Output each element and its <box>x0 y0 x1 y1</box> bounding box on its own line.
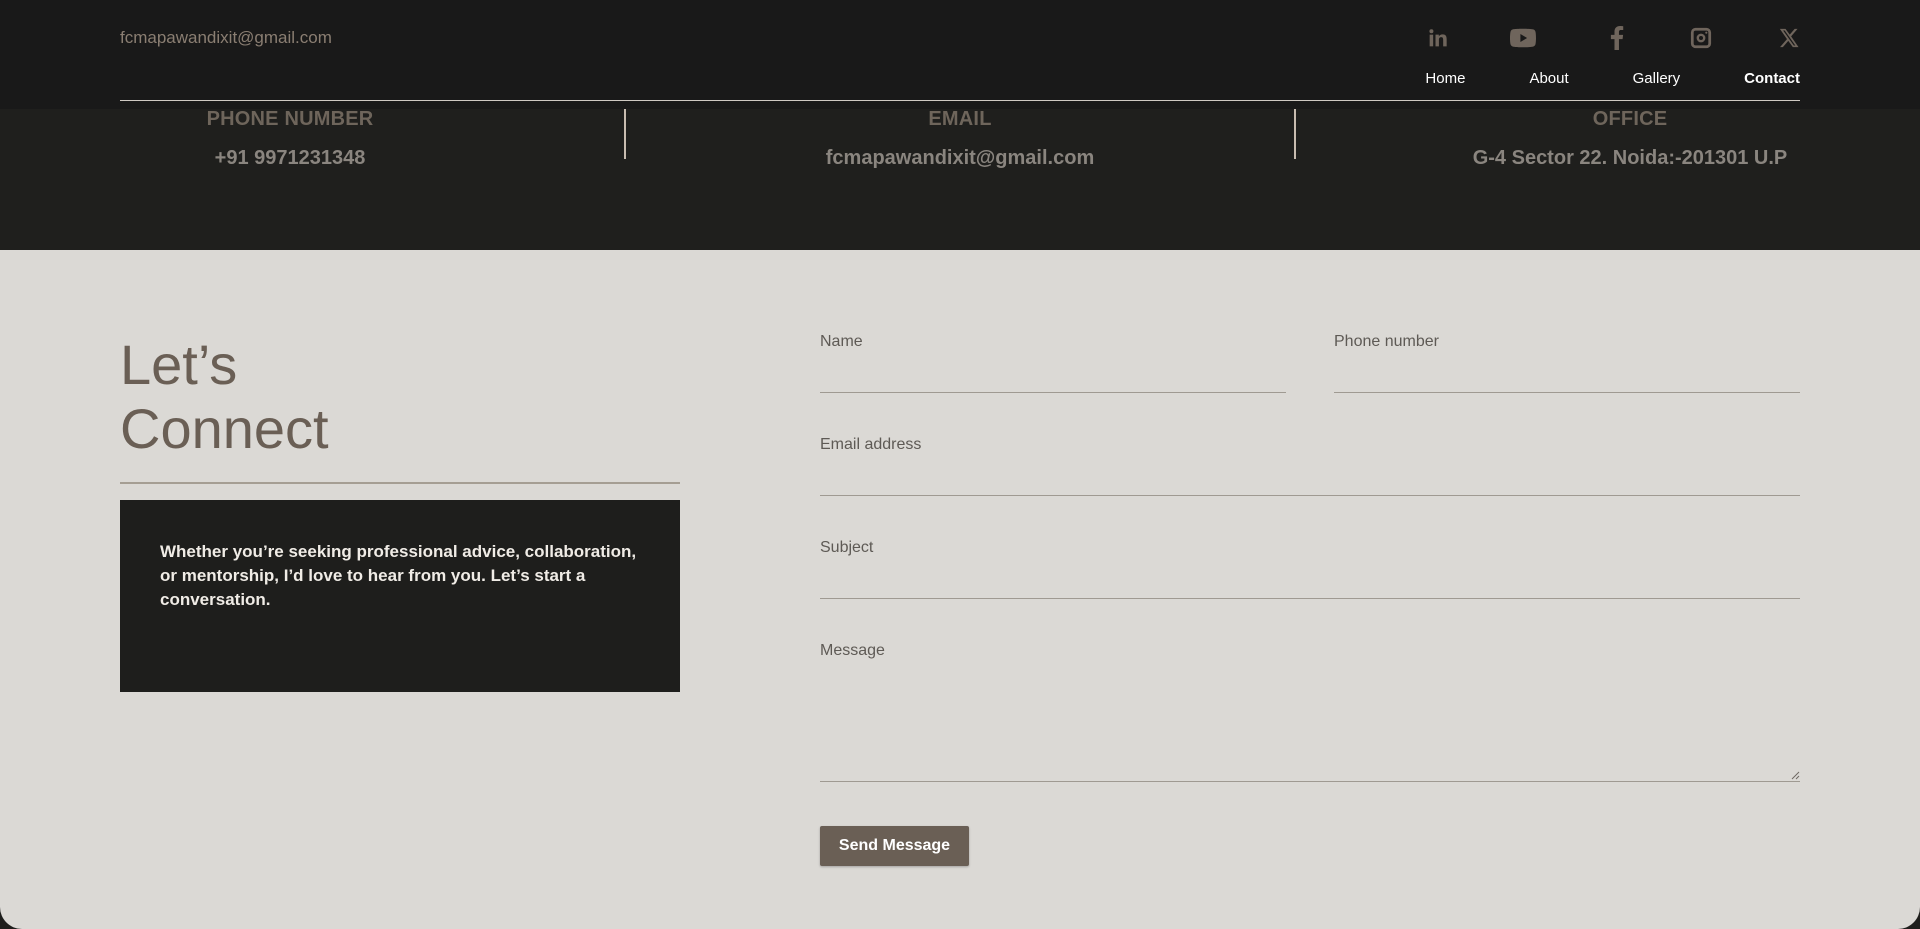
intro-text: Whether you’re seeking professional advi… <box>160 542 637 609</box>
youtube-icon[interactable] <box>1448 22 1536 54</box>
info-phone-value[interactable]: +91 9971231348 <box>150 147 430 170</box>
info-email-value[interactable]: fcmapawandixit@gmail.com <box>760 147 1160 170</box>
info-divider <box>624 109 626 159</box>
send-message-button[interactable]: Send Message <box>820 826 969 866</box>
phone-label: Phone number <box>1334 333 1439 350</box>
name-label: Name <box>820 333 863 350</box>
message-field: Message <box>820 642 1800 782</box>
info-email: EMAIL fcmapawandixit@gmail.com <box>760 108 1160 169</box>
nav-home[interactable]: Home <box>1425 70 1465 87</box>
subject-label: Subject <box>820 539 874 556</box>
contact-page: fcmapawandixit@gmail.com Home About Gall… <box>0 0 1920 929</box>
name-underline <box>820 392 1286 393</box>
subject-input[interactable] <box>820 563 1800 597</box>
email-label: Email address <box>820 436 922 453</box>
phone-underline <box>1334 392 1800 393</box>
info-office: OFFICE G-4 Sector 22. Noida:-201301 U.P <box>1460 108 1800 169</box>
header-email[interactable]: fcmapawandixit@gmail.com <box>120 28 332 48</box>
intro-box: Whether you’re seeking professional advi… <box>120 500 680 692</box>
phone-input[interactable] <box>1334 357 1800 391</box>
facebook-icon[interactable] <box>1536 22 1624 54</box>
subject-field: Subject <box>820 539 1800 599</box>
message-textarea[interactable] <box>820 666 1800 778</box>
name-field: Name <box>820 333 1286 393</box>
phone-field: Phone number <box>1334 333 1800 393</box>
info-office-value: G-4 Sector 22. Noida:-201301 U.P <box>1472 147 1788 169</box>
linkedin-icon[interactable] <box>1360 22 1448 54</box>
x-twitter-icon[interactable] <box>1712 22 1800 54</box>
social-links <box>1360 22 1800 54</box>
nav-about[interactable]: About <box>1529 70 1568 87</box>
page-title-line1: Let’s <box>120 333 238 396</box>
header-divider <box>120 100 1800 101</box>
subject-underline <box>820 598 1800 599</box>
info-office-label: OFFICE <box>1592 108 1668 130</box>
page-title-line2: Connect <box>120 397 329 460</box>
name-input[interactable] <box>820 357 1286 391</box>
nav-contact[interactable]: Contact <box>1744 70 1800 87</box>
instagram-icon[interactable] <box>1624 22 1712 54</box>
main-nav: Home About Gallery Contact <box>1361 70 1800 87</box>
email-input[interactable] <box>820 460 1800 494</box>
info-email-label: EMAIL <box>928 108 992 130</box>
resize-handle-icon[interactable] <box>1790 770 1800 780</box>
nav-gallery[interactable]: Gallery <box>1633 70 1681 87</box>
email-field: Email address <box>820 436 1800 496</box>
message-underline <box>820 781 1800 782</box>
info-phone: PHONE NUMBER +91 9971231348 <box>150 108 430 169</box>
message-label: Message <box>820 642 885 659</box>
page-title: Let’s Connect <box>120 333 520 461</box>
info-divider <box>1294 109 1296 159</box>
title-divider <box>120 482 680 484</box>
info-phone-label: PHONE NUMBER <box>206 108 374 130</box>
email-underline <box>820 495 1800 496</box>
site-header: fcmapawandixit@gmail.com Home About Gall… <box>0 0 1920 109</box>
